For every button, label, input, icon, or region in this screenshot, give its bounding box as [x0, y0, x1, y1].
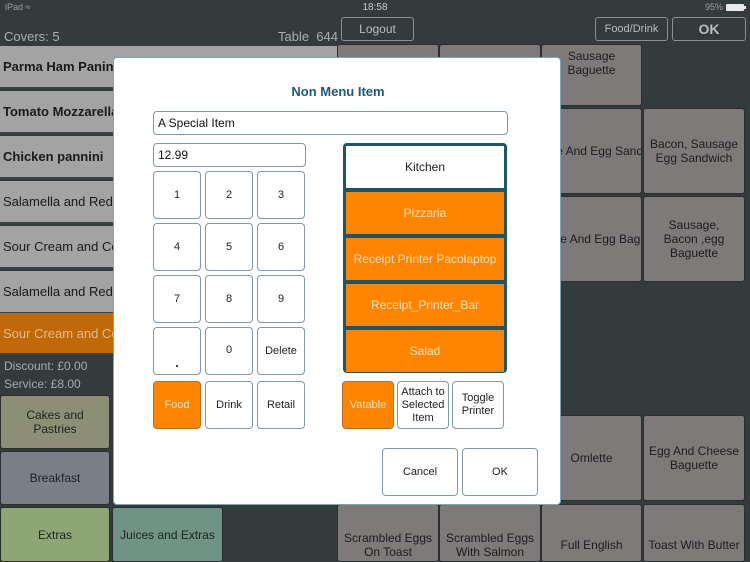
service-label: Service: £8.00 — [4, 377, 81, 391]
vatable-toggle[interactable]: Vatable — [342, 381, 394, 429]
key-decimal[interactable]: . — [153, 327, 201, 375]
key-9[interactable]: 9 — [257, 275, 305, 323]
menu-tile-sausage-bacon-egg-baguette[interactable]: Sausage, Bacon ,egg Baguette — [643, 196, 745, 282]
status-bar: iPad ≈ 18:58 95% — [0, 0, 750, 16]
dialog-ok-button[interactable]: OK — [462, 448, 538, 496]
menu-tile-scrambled-eggs-toast[interactable]: Scrambled Eggs On Toast — [337, 504, 439, 562]
table-label: Table 644 — [278, 29, 338, 44]
battery-indicator: 95% — [705, 2, 746, 12]
category-cakes-and-pastries[interactable]: Cakes and Pastries — [0, 395, 110, 449]
attach-to-selected-item-button[interactable]: Attach to Selected Item — [397, 381, 449, 429]
printer-salad[interactable]: Salad — [346, 330, 504, 372]
logout-button[interactable]: Logout — [341, 17, 414, 41]
item-name-input[interactable] — [153, 111, 508, 135]
menu-tile-bacon-sausage-egg-sandwich[interactable]: Bacon, Sausage Egg Sandwich — [643, 108, 745, 194]
dialog-title: Non Menu Item — [291, 84, 385, 99]
key-7[interactable]: 7 — [153, 275, 201, 323]
covers-label: Covers: 5 — [4, 29, 60, 44]
battery-icon — [726, 3, 746, 11]
food-drink-button[interactable]: Food/Drink — [595, 17, 668, 41]
printer-receipt-bar[interactable]: Receipt_Printer_Bar — [346, 284, 504, 326]
type-retail-button[interactable]: Retail — [257, 381, 305, 429]
key-2[interactable]: 2 — [205, 171, 253, 219]
printer-list: Kitchen Pizzaria Receipt Printer Pacolap… — [343, 143, 507, 373]
ok-button[interactable]: OK — [672, 17, 746, 41]
type-food-button[interactable]: Food — [153, 381, 201, 429]
key-8[interactable]: 8 — [205, 275, 253, 323]
key-delete[interactable]: Delete — [257, 327, 305, 375]
discount-label: Discount: £0.00 — [4, 359, 88, 373]
item-type-selector: Food Drink Retail — [153, 381, 305, 429]
printer-pizzaria[interactable]: Pizzaria — [346, 192, 504, 234]
key-5[interactable]: 5 — [205, 223, 253, 271]
key-0[interactable]: 0 — [205, 327, 253, 375]
printer-receipt-pacolaptop[interactable]: Receipt Printer Pacolaptop — [346, 238, 504, 280]
category-breakfast[interactable]: Breakfast — [0, 451, 110, 505]
category-extras[interactable]: Extras — [0, 507, 110, 562]
type-drink-button[interactable]: Drink — [205, 381, 253, 429]
price-input[interactable] — [153, 143, 306, 167]
key-1[interactable]: 1 — [153, 171, 201, 219]
cancel-button[interactable]: Cancel — [382, 448, 458, 496]
category-juices-and-extras[interactable]: Juices and Extras — [112, 507, 223, 562]
menu-tile-egg-cheese-baguette[interactable]: Egg And Cheese Baguette — [643, 415, 745, 501]
key-4[interactable]: 4 — [153, 223, 201, 271]
menu-tile-toast-with-butter[interactable]: Toast With Butter — [643, 504, 745, 562]
keypad: 1 2 3 4 5 6 7 8 9 . 0 Delete — [153, 171, 309, 375]
key-6[interactable]: 6 — [257, 223, 305, 271]
toggle-printer-button[interactable]: Toggle Printer — [452, 381, 504, 429]
key-3[interactable]: 3 — [257, 171, 305, 219]
printer-kitchen[interactable]: Kitchen — [346, 146, 504, 188]
menu-tile-full-english[interactable]: Full English — [541, 504, 642, 562]
non-menu-item-dialog: Non Menu Item 1 2 3 4 5 6 7 8 9 . 0 Dele… — [113, 57, 561, 505]
item-options: Vatable Attach to Selected Item Toggle P… — [342, 381, 504, 429]
menu-tile-scrambled-eggs-salmon[interactable]: Scrambled Eggs With Salmon — [439, 504, 541, 562]
clock: 18:58 — [362, 2, 388, 13]
